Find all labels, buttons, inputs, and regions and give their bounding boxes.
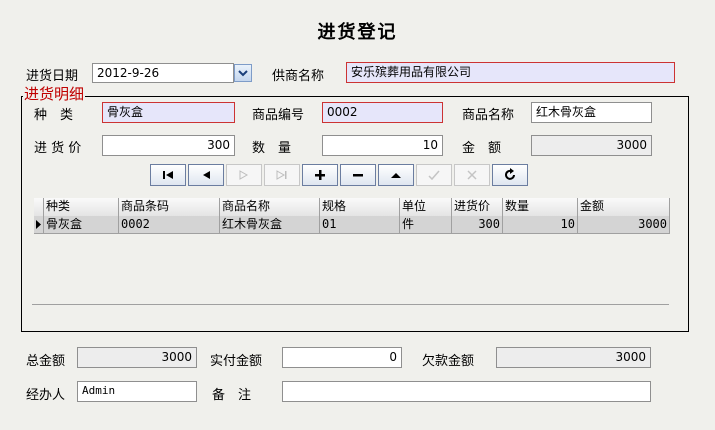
prior-record-button[interactable] [188, 164, 224, 186]
remark-label: 备 注 [212, 384, 251, 403]
prior-icon [199, 170, 213, 180]
remark-field[interactable] [282, 381, 651, 402]
paid-label: 实付金额 [210, 350, 262, 369]
insert-record-button[interactable] [302, 164, 338, 186]
qty-label: 数 量 [252, 137, 291, 156]
current-row-arrow-icon [36, 220, 42, 230]
grid-header: 种类 商品条码 商品名称 规格 单位 进货价 数量 金额 [34, 198, 670, 217]
price-field[interactable]: 300 [102, 135, 235, 156]
qty-field[interactable]: 10 [322, 135, 443, 156]
code-field[interactable]: 0002 [322, 102, 443, 123]
cancel-record-button[interactable] [454, 164, 490, 186]
detail-grid[interactable]: 种类 商品条码 商品名称 规格 单位 进货价 数量 金额 骨灰盒 0002 红木… [34, 198, 670, 238]
code-label: 商品编号 [252, 104, 304, 123]
grid-column-header[interactable]: 单位 [400, 198, 452, 216]
delete-record-button[interactable] [340, 164, 376, 186]
last-record-button[interactable] [264, 164, 300, 186]
grid-cell[interactable]: 10 [503, 216, 578, 233]
x-icon [466, 169, 478, 181]
supplier-field[interactable]: 安乐殡葬用品有限公司 [346, 62, 675, 83]
table-row[interactable]: 骨灰盒 0002 红木骨灰盒 01 件 300 10 3000 [34, 216, 670, 234]
handler-label: 经办人 [26, 384, 65, 403]
grid-column-header[interactable]: 种类 [44, 198, 119, 216]
chevron-down-icon [238, 69, 248, 77]
refresh-record-button[interactable] [492, 164, 528, 186]
category-field[interactable]: 骨灰盒 [102, 102, 235, 123]
price-label: 进 货 价 [34, 137, 81, 156]
total-field: 3000 [77, 347, 197, 368]
edit-record-button[interactable] [378, 164, 414, 186]
plus-icon [314, 169, 326, 181]
grid-bottom-divider [32, 304, 669, 305]
owed-field: 3000 [496, 347, 651, 368]
last-icon [275, 170, 289, 180]
grid-cell[interactable]: 红木骨灰盒 [220, 216, 320, 233]
first-icon [161, 170, 175, 180]
grid-indicator-header [34, 198, 44, 216]
total-label: 总金额 [26, 350, 65, 369]
detail-group-label: 进货明细 [23, 83, 85, 104]
grid-column-header[interactable]: 商品条码 [119, 198, 220, 216]
post-record-button[interactable] [416, 164, 452, 186]
grid-cell[interactable]: 3000 [578, 216, 670, 233]
first-record-button[interactable] [150, 164, 186, 186]
date-dropdown-button[interactable] [234, 64, 252, 82]
amount-label: 金 额 [462, 137, 501, 156]
handler-field[interactable]: Admin [77, 381, 197, 402]
supplier-label: 供商名称 [272, 65, 324, 84]
date-label: 进货日期 [26, 65, 78, 84]
category-label: 种 类 [34, 104, 73, 123]
paid-field[interactable]: 0 [282, 347, 402, 368]
minus-icon [352, 169, 364, 181]
grid-column-header[interactable]: 数量 [503, 198, 578, 216]
amount-field: 3000 [531, 135, 652, 156]
name-field[interactable]: 红木骨灰盒 [531, 102, 652, 123]
name-label: 商品名称 [462, 104, 514, 123]
grid-column-header[interactable]: 商品名称 [220, 198, 320, 216]
check-icon [427, 169, 441, 181]
grid-cell[interactable]: 01 [320, 216, 400, 233]
date-field[interactable]: 2012-9-26 [92, 63, 234, 83]
grid-column-header[interactable]: 规格 [320, 198, 400, 216]
grid-cell[interactable]: 0002 [119, 216, 220, 233]
page-title: 进货登记 [0, 18, 715, 44]
grid-column-header[interactable]: 金额 [578, 198, 670, 216]
next-icon [237, 170, 251, 180]
owed-label: 欠款金额 [422, 350, 474, 369]
up-triangle-icon [390, 170, 402, 180]
row-indicator [34, 216, 44, 233]
next-record-button[interactable] [226, 164, 262, 186]
grid-column-header[interactable]: 进货价 [452, 198, 503, 216]
grid-cell[interactable]: 骨灰盒 [44, 216, 119, 233]
grid-cell[interactable]: 300 [452, 216, 503, 233]
refresh-icon [503, 168, 517, 182]
grid-cell[interactable]: 件 [400, 216, 452, 233]
